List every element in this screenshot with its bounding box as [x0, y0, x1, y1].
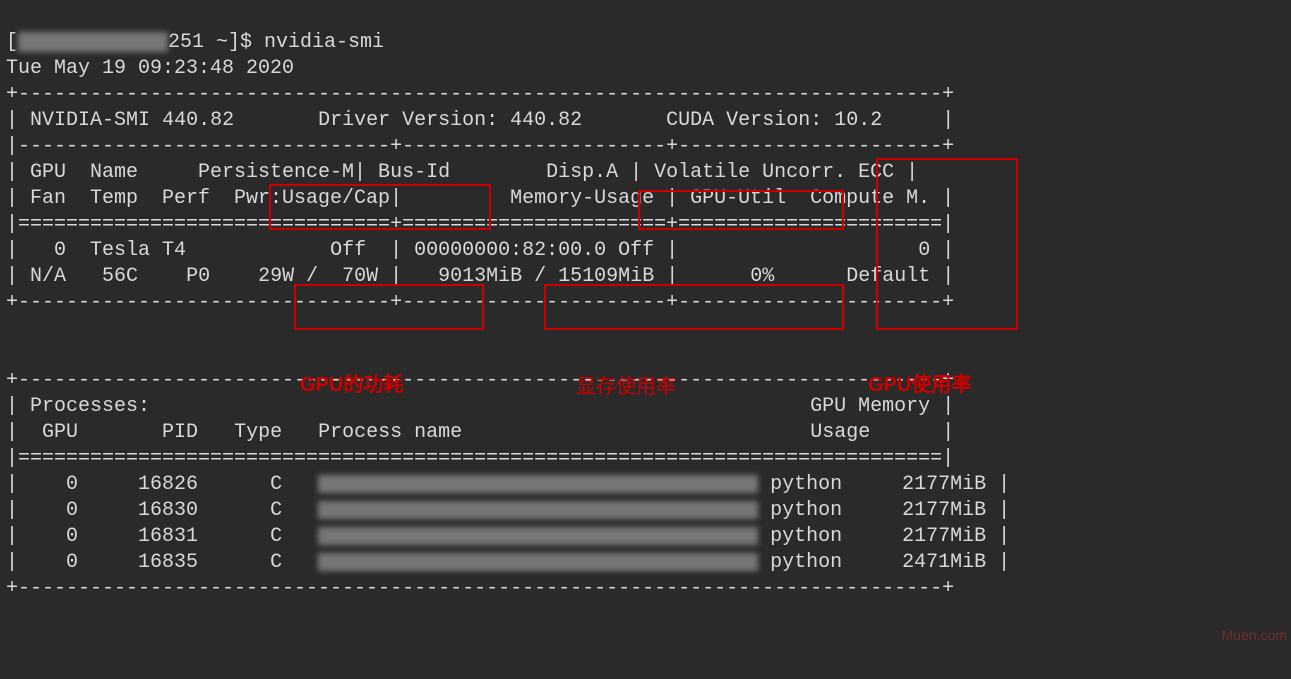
col-header-2: | Fan Temp Perf Pwr:Usage/Cap| Memory-Us…: [6, 187, 954, 210]
header-line: | NVIDIA-SMI 440.82 Driver Version: 440.…: [6, 109, 954, 132]
proc-row-0: | 0 16826 C python 2177MiB |: [6, 473, 1010, 496]
sep: |=======================================…: [6, 447, 954, 470]
sep: |===============================+=======…: [6, 213, 954, 236]
col-header-1: | GPU Name Persistence-M| Bus-Id Disp.A …: [6, 161, 918, 184]
proc-hdr-2: | GPU PID Type Process name Usage |: [6, 421, 954, 444]
sep: |-------------------------------+-------…: [6, 135, 954, 158]
timestamp: Tue May 19 09:23:48 2020: [6, 57, 294, 80]
prompt-line: [251 ~]$ nvidia-smi: [6, 31, 384, 54]
sep-top: +---------------------------------------…: [6, 83, 954, 106]
proc-row-3: | 0 16835 C python 2471MiB |: [6, 551, 1010, 574]
watermark: Muen.com: [1222, 627, 1287, 643]
sep: +-------------------------------+-------…: [6, 291, 954, 314]
gpu-row-1: | 0 Tesla T4 Off | 00000000:82:00.0 Off …: [6, 239, 954, 262]
terminal-output[interactable]: [251 ~]$ nvidia-smi Tue May 19 09:23:48 …: [0, 0, 1291, 606]
proc-hdr-1: | Processes: GPU Memory |: [6, 395, 954, 418]
sep-bottom: +---------------------------------------…: [6, 577, 954, 600]
sep: +---------------------------------------…: [6, 369, 954, 392]
proc-row-2: | 0 16831 C python 2177MiB |: [6, 525, 1010, 548]
gpu-row-2: | N/A 56C P0 29W / 70W | 9013MiB / 15109…: [6, 265, 954, 288]
proc-row-1: | 0 16830 C python 2177MiB |: [6, 499, 1010, 522]
